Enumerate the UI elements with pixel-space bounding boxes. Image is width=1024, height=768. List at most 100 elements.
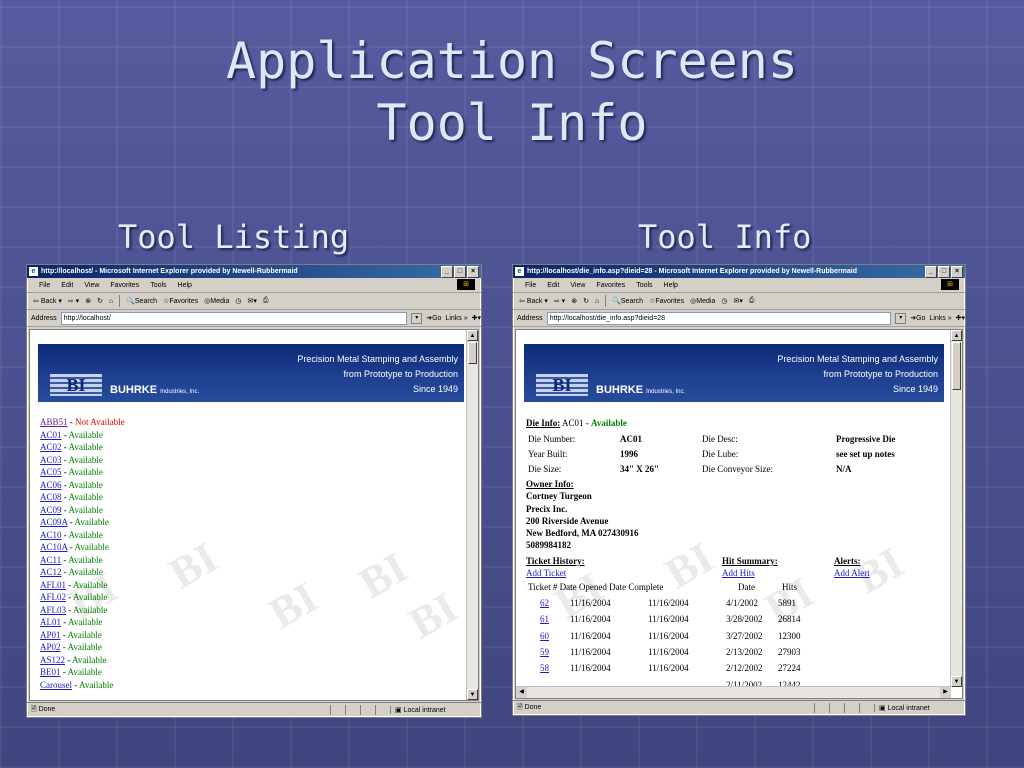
media-button[interactable]: ◎Media	[690, 297, 715, 305]
tool-link[interactable]: AP01	[40, 630, 61, 640]
menu-tools[interactable]: Tools	[636, 282, 652, 289]
links-button[interactable]: Links »	[445, 315, 467, 322]
tool-link[interactable]: AC01	[40, 430, 62, 440]
ticket-number-link[interactable]: 60	[540, 631, 549, 641]
menu-help[interactable]: Help	[664, 282, 678, 289]
tool-link[interactable]: AC02	[40, 442, 62, 452]
ie-icon: e	[29, 267, 38, 276]
tool-link[interactable]: AP02	[40, 642, 61, 652]
tool-list-item: AS122 - Available	[40, 654, 107, 665]
stop-icon[interactable]: ⊗	[85, 297, 91, 305]
scroll-thumb[interactable]	[468, 342, 477, 364]
vertical-scrollbar[interactable]: ▲ ▼	[950, 330, 962, 687]
ticket-number-link[interactable]: 61	[540, 614, 549, 624]
tool-link[interactable]: AC11	[40, 555, 61, 565]
tool-link[interactable]: Carousel	[40, 680, 72, 690]
slide-title-line2: Tool Info	[376, 94, 648, 152]
tool-link[interactable]: AL01	[40, 617, 61, 627]
favorites-button[interactable]: ☆Favorites	[163, 297, 198, 305]
tool-link[interactable]: BE01	[40, 667, 61, 677]
minimize-button[interactable]: _	[441, 266, 453, 278]
ticket-number-link[interactable]: 59	[540, 647, 549, 657]
tool-link[interactable]: AC09	[40, 505, 62, 515]
menu-tools[interactable]: Tools	[150, 282, 166, 289]
tool-link[interactable]: AC10	[40, 530, 62, 540]
menu-edit[interactable]: Edit	[547, 282, 559, 289]
add-alert-link[interactable]: Add Alert	[834, 568, 870, 578]
forward-button[interactable]: ⇨ ▾	[554, 297, 565, 305]
go-button[interactable]: ➜Go	[910, 314, 925, 322]
tool-status: Available	[74, 542, 109, 552]
back-button[interactable]: ⇦ Back ▾	[519, 297, 548, 305]
tool-link[interactable]: AC09A	[40, 517, 68, 527]
mail-icon[interactable]: ✉▾	[733, 297, 742, 305]
tool-link[interactable]: AC10A	[40, 542, 68, 552]
print-icon[interactable]: ⎙	[263, 297, 269, 305]
ticket-number-link[interactable]: 58	[540, 663, 549, 673]
home-icon[interactable]: ⌂	[595, 298, 599, 305]
norton-icon[interactable]: ✚▾	[956, 314, 965, 322]
tool-link[interactable]: AC08	[40, 492, 62, 502]
go-button[interactable]: ➜Go	[426, 314, 441, 322]
scroll-thumb[interactable]	[952, 342, 961, 390]
tool-link[interactable]: AFL03	[40, 605, 66, 615]
stop-icon[interactable]: ⊗	[571, 297, 577, 305]
back-button[interactable]: ⇦ Back ▾	[33, 297, 62, 305]
tool-link[interactable]: AC12	[40, 567, 62, 577]
mail-icon[interactable]: ✉▾	[247, 297, 256, 305]
menu-help[interactable]: Help	[178, 282, 192, 289]
links-button[interactable]: Links »	[929, 315, 951, 322]
scroll-left-arrow[interactable]: ◀	[516, 687, 527, 698]
address-dropdown[interactable]: ▾	[895, 312, 907, 324]
refresh-icon[interactable]: ↻	[97, 297, 103, 305]
tool-link[interactable]: AS122	[40, 655, 65, 665]
scroll-down-arrow[interactable]: ▼	[467, 689, 478, 700]
menu-view[interactable]: View	[570, 282, 585, 289]
history-icon[interactable]: ◷	[721, 297, 727, 305]
banner-line2: from Prototype to Production	[823, 369, 938, 379]
minimize-button[interactable]: _	[925, 266, 937, 278]
scroll-up-arrow[interactable]: ▲	[467, 330, 478, 341]
media-button[interactable]: ◎Media	[204, 297, 229, 305]
norton-icon[interactable]: ✚▾	[472, 314, 481, 322]
menu-view[interactable]: View	[84, 282, 99, 289]
add-hits-link[interactable]: Add Hits	[722, 568, 755, 578]
favorites-button[interactable]: ☆Favorites	[649, 297, 684, 305]
menu-file[interactable]: File	[39, 282, 50, 289]
tool-link[interactable]: AFL01	[40, 580, 66, 590]
ticket-number-link[interactable]: 62	[540, 598, 549, 608]
scroll-up-arrow[interactable]: ▲	[951, 330, 962, 341]
address-input[interactable]: http://localhost/die_info.asp?dieid=28	[546, 311, 892, 325]
tool-link[interactable]: AC06	[40, 480, 62, 490]
address-dropdown[interactable]: ▾	[411, 312, 423, 324]
menu-favorites[interactable]: Favorites	[110, 282, 139, 289]
add-ticket-link[interactable]: Add Ticket	[526, 568, 566, 578]
toolbar: ⇦ Back ▾ ⇨ ▾ ⊗ ↻ ⌂ 🔍Search ☆Favorites ◎M…	[27, 293, 481, 310]
tool-status: Available	[68, 429, 103, 440]
refresh-icon[interactable]: ↻	[583, 297, 589, 305]
scroll-right-arrow[interactable]: ▶	[940, 687, 951, 698]
menu-favorites[interactable]: Favorites	[596, 282, 625, 289]
scroll-down-arrow[interactable]: ▼	[951, 676, 962, 687]
close-button[interactable]: ×	[467, 266, 479, 278]
history-icon[interactable]: ◷	[235, 297, 241, 305]
tool-link[interactable]: ABB51	[40, 417, 68, 427]
menu-file[interactable]: File	[525, 282, 536, 289]
forward-button[interactable]: ⇨ ▾	[68, 297, 79, 305]
search-button[interactable]: 🔍Search	[126, 297, 157, 305]
tool-link[interactable]: AFL02	[40, 592, 66, 602]
horizontal-scrollbar[interactable]: ◀ ▶	[516, 686, 951, 698]
tool-link[interactable]: AC03	[40, 455, 62, 465]
address-input[interactable]: http://localhost/	[60, 311, 408, 325]
menu-edit[interactable]: Edit	[61, 282, 73, 289]
tool-link[interactable]: AC05	[40, 467, 62, 477]
search-button[interactable]: 🔍Search	[612, 297, 643, 305]
print-icon[interactable]: ⎙	[749, 297, 755, 305]
die-field-value: see set up notes	[836, 448, 895, 459]
vertical-scrollbar[interactable]: ▲ ▼	[466, 330, 478, 700]
maximize-button[interactable]: □	[454, 266, 466, 278]
maximize-button[interactable]: □	[938, 266, 950, 278]
die-info-heading: Die Info: AC01 - Available	[526, 418, 627, 428]
home-icon[interactable]: ⌂	[109, 298, 113, 305]
close-button[interactable]: ×	[951, 266, 963, 278]
